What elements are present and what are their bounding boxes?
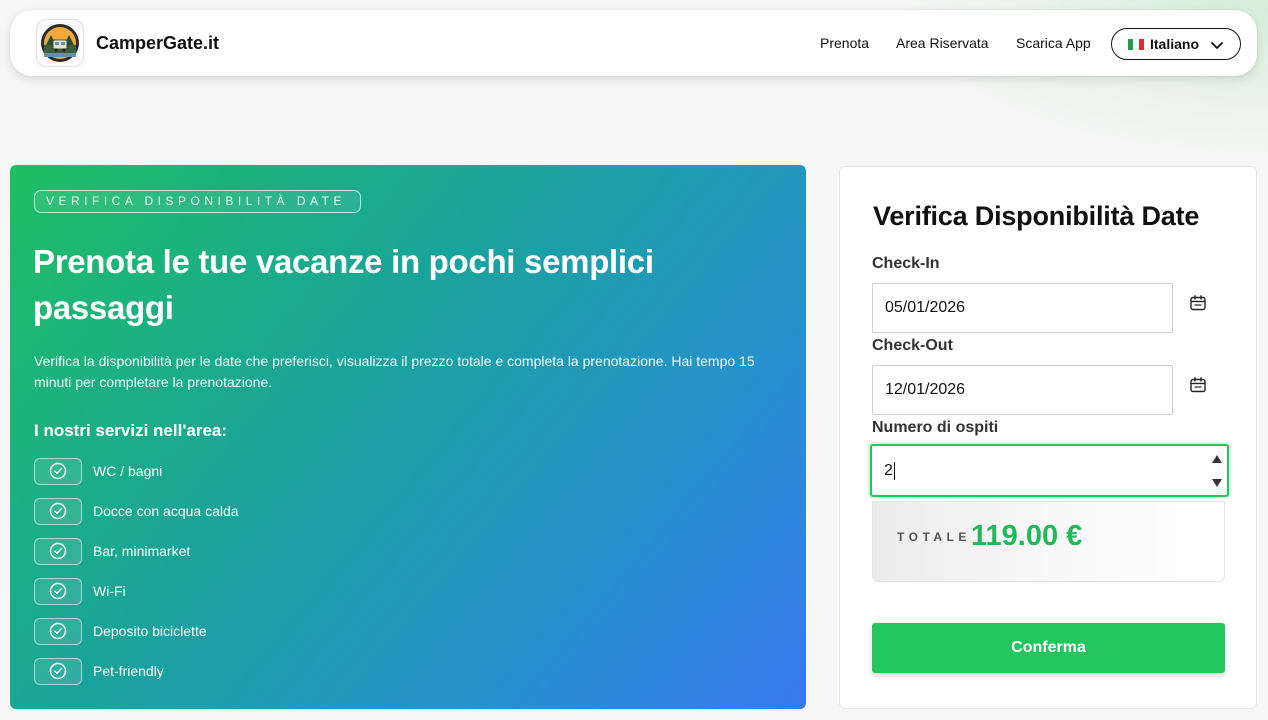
guests-value: 2 xyxy=(884,462,893,479)
service-label: WC / bagni xyxy=(93,463,163,479)
service-label: Bar, minimarket xyxy=(93,543,191,559)
check-circle-icon xyxy=(34,497,82,525)
calendar-icon[interactable] xyxy=(1189,294,1207,312)
checkin-input[interactable]: 05/01/2026 xyxy=(872,283,1173,333)
language-label: Italiano xyxy=(1150,36,1200,52)
service-label: Deposito biciclette xyxy=(93,623,207,639)
checkout-input[interactable]: 12/01/2026 xyxy=(872,365,1173,415)
service-label: Wi-Fi xyxy=(93,583,126,599)
checkout-label: Check-Out xyxy=(872,337,953,354)
chevron-down-icon xyxy=(1211,42,1223,49)
services-title: I nostri servizi nell'area: xyxy=(34,421,228,440)
check-circle-icon xyxy=(34,577,82,605)
total-label: TOTALE xyxy=(897,530,971,544)
list-item: Deposito biciclette xyxy=(34,617,207,645)
nav-link-scarica-app[interactable]: Scarica App xyxy=(1016,35,1091,51)
nav-link-prenota[interactable]: Prenota xyxy=(820,35,869,51)
nav-link-area-riservata[interactable]: Area Riservata xyxy=(896,35,989,51)
top-navbar: CamperGate.it Prenota Area Riservata Sca… xyxy=(10,10,1257,76)
guests-input[interactable]: 2 xyxy=(870,444,1229,497)
spinner-arrows-icon[interactable] xyxy=(1211,453,1223,489)
hero-description: Verifica la disponibilità per le date ch… xyxy=(34,353,755,390)
booking-form-card: Verifica Disponibilità Date Check-In 05/… xyxy=(839,166,1257,709)
italy-flag-icon xyxy=(1128,38,1144,50)
logo-icon[interactable] xyxy=(36,19,84,67)
brand-name[interactable]: CamperGate.it xyxy=(96,33,219,54)
service-label: Pet-friendly xyxy=(93,663,164,679)
checkin-label: Check-In xyxy=(872,255,940,272)
total-summary: TOTALE 119.00 € xyxy=(872,501,1225,582)
list-item: Pet-friendly xyxy=(34,657,164,685)
list-item: Wi-Fi xyxy=(34,577,126,605)
list-item: Bar, minimarket xyxy=(34,537,190,565)
confirm-button[interactable]: Conferma xyxy=(872,623,1225,673)
hero-badge: VERIFICA DISPONIBILITÀ DATE xyxy=(34,190,361,213)
list-item: Docce con acqua calda xyxy=(34,497,239,525)
guests-label: Numero di ospiti xyxy=(872,419,999,436)
text-caret xyxy=(893,461,895,480)
check-circle-icon xyxy=(34,617,82,645)
check-circle-icon xyxy=(34,657,82,685)
check-circle-icon xyxy=(34,457,82,485)
hero-panel: VERIFICA DISPONIBILITÀ DATE Prenota le t… xyxy=(10,165,806,709)
service-label: Docce con acqua calda xyxy=(93,503,239,519)
list-item: WC / bagni xyxy=(34,457,162,485)
check-circle-icon xyxy=(34,537,82,565)
hero-title: Prenota le tue vacanze in pochi semplici… xyxy=(33,243,654,326)
language-selector[interactable]: Italiano xyxy=(1111,28,1241,60)
total-price: 119.00 € xyxy=(971,520,1083,552)
calendar-icon[interactable] xyxy=(1189,376,1207,394)
form-title: Verifica Disponibilità Date xyxy=(873,201,1200,231)
